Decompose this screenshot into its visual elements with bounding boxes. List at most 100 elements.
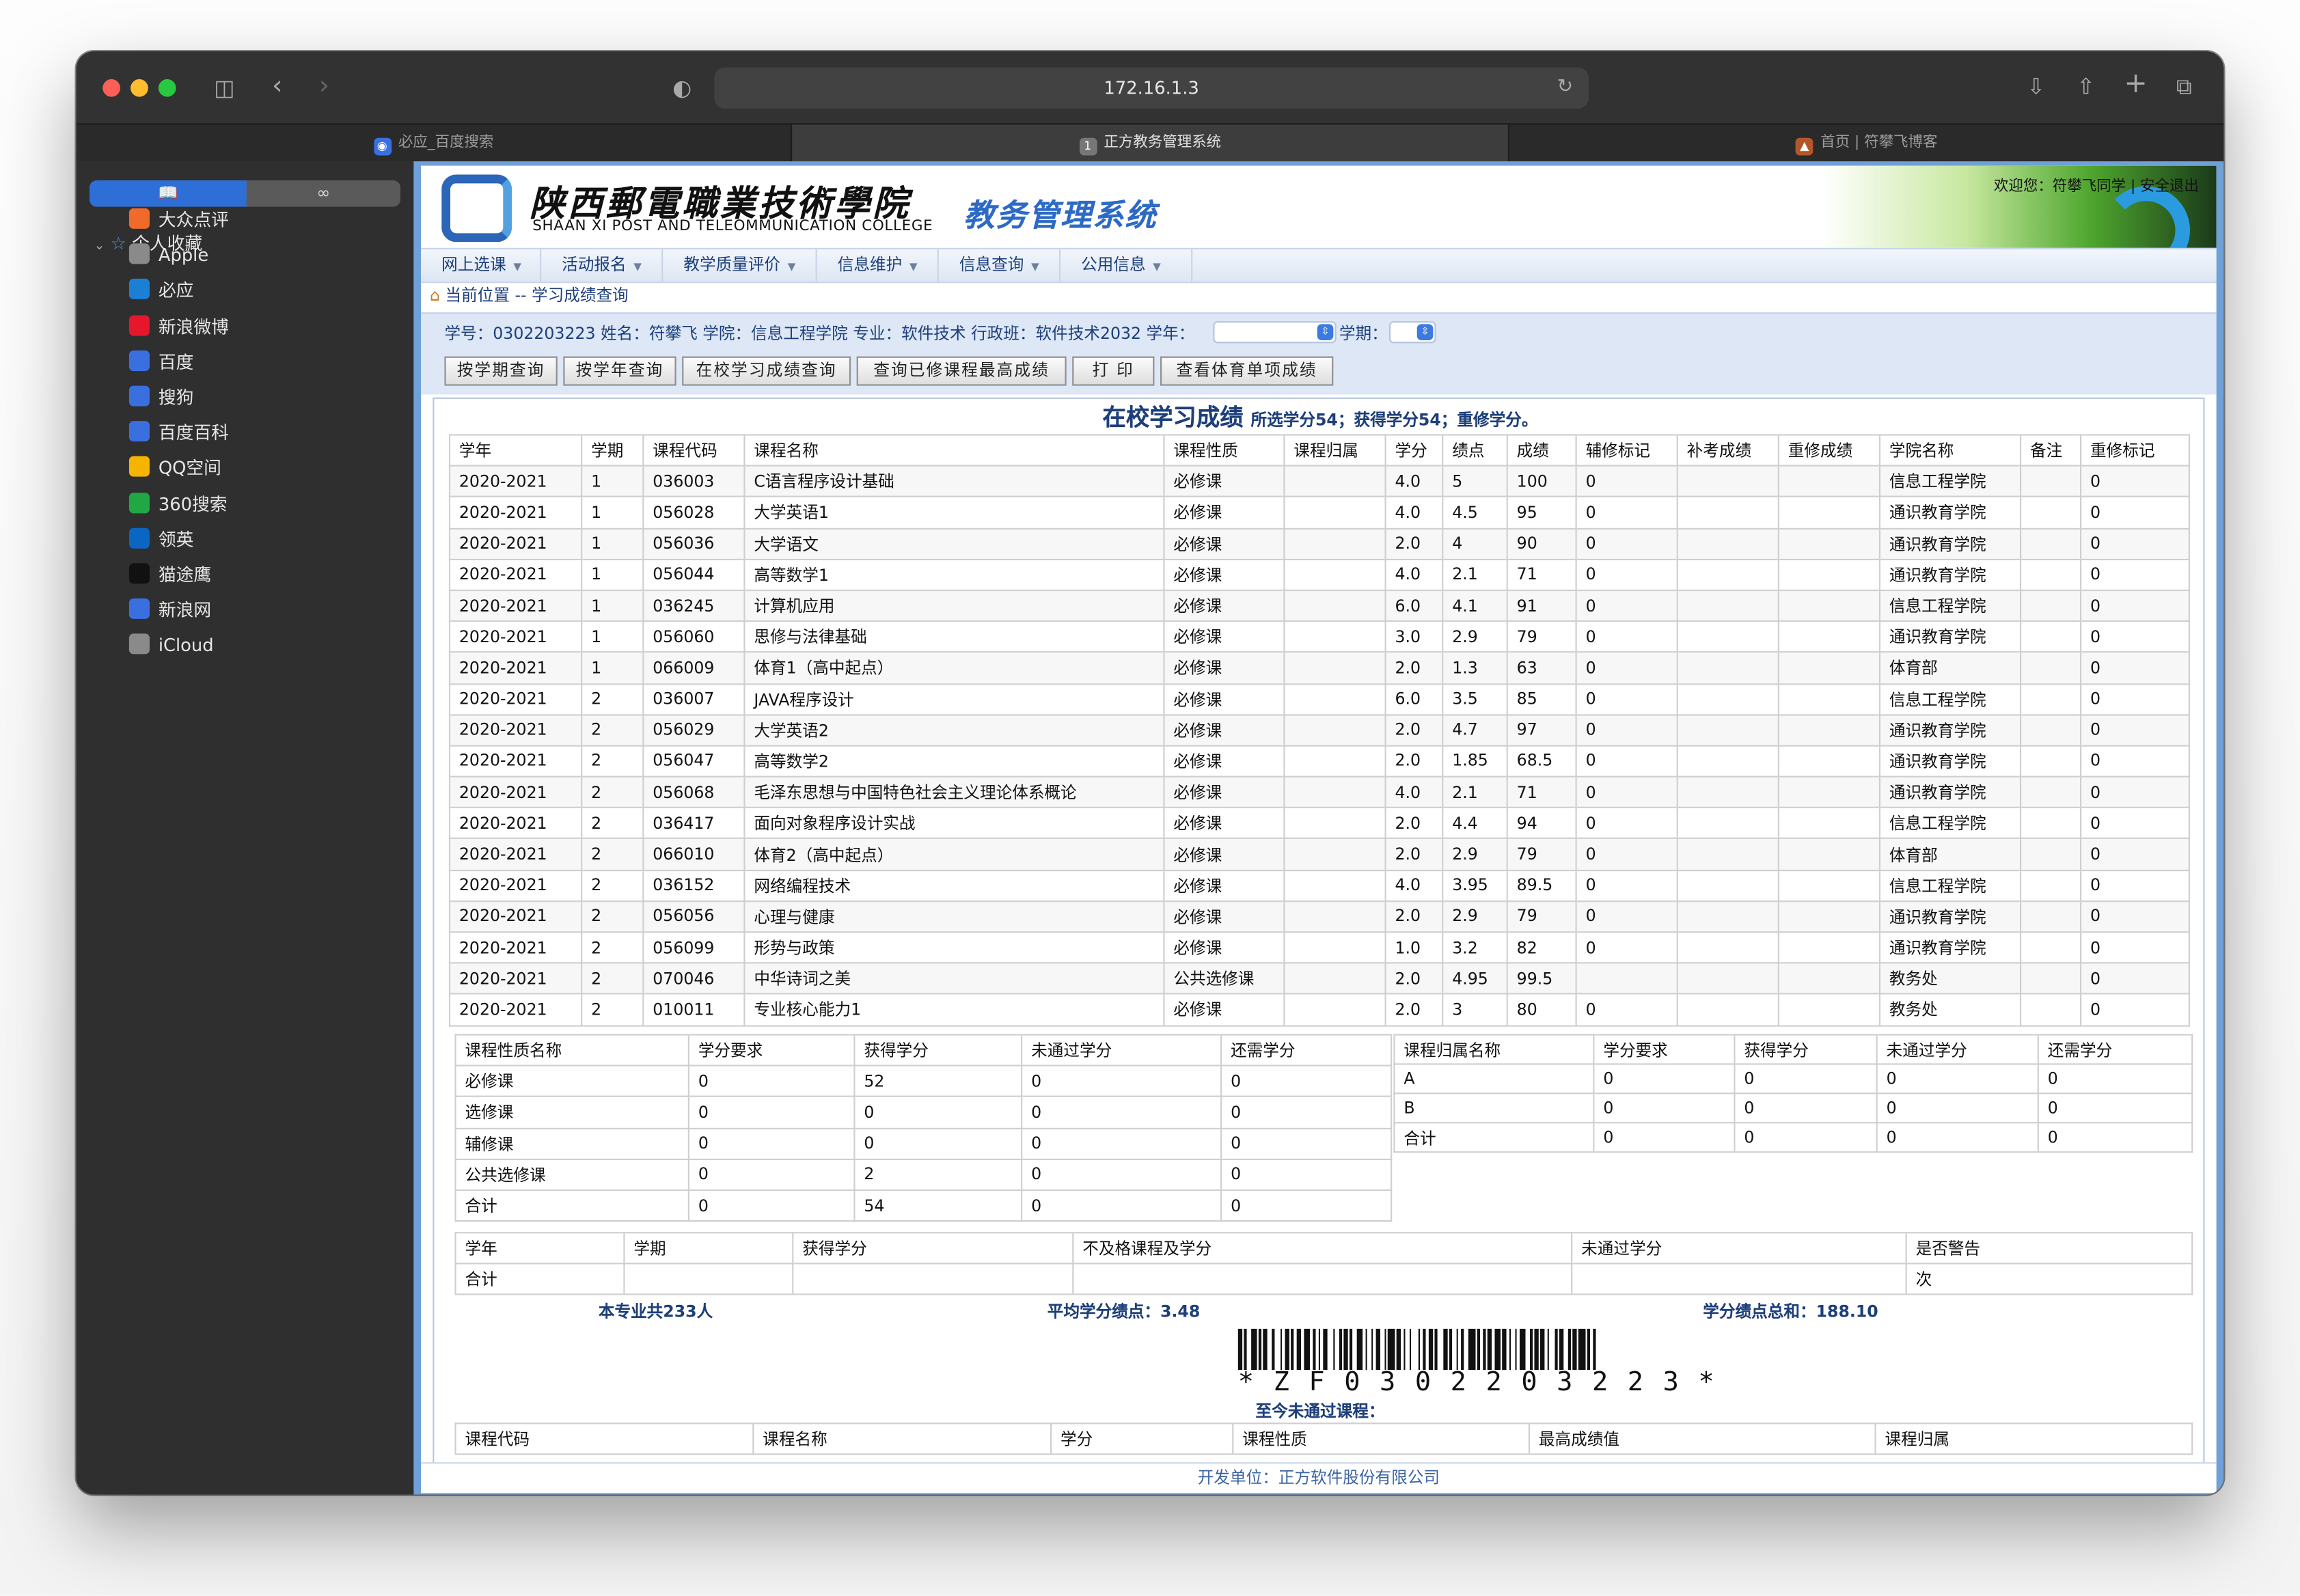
table-cell: 2020-2021 — [448, 496, 583, 529]
column-header: 获得学分 — [853, 1034, 1023, 1067]
shield-icon[interactable]: ◐ — [669, 74, 696, 101]
table-cell — [1283, 465, 1386, 498]
bookmark-item[interactable]: 大众点评 — [128, 206, 229, 235]
bookmark-item[interactable]: 必应 — [128, 276, 193, 305]
bookmark-item[interactable]: 百度 — [128, 347, 193, 376]
share-icon[interactable]: ⇧ — [2072, 73, 2099, 100]
sidebar-toggle-icon[interactable]: ◫ — [211, 74, 238, 101]
minimize-window-button[interactable] — [131, 79, 148, 97]
table-cell: 6.0 — [1384, 683, 1444, 715]
menu-item[interactable]: 教学质量评价 ▼ — [663, 249, 817, 282]
welcome-text[interactable]: 欢迎您：符攀飞同学 | 安全退出 — [1994, 173, 2199, 195]
bookmarks-tab-icon[interactable]: 📖 — [89, 180, 247, 207]
reading-list-tab-icon[interactable]: ∞ — [247, 180, 400, 207]
table-cell: 2020-2021 — [448, 620, 583, 653]
table-cell: 中华诗词之美 — [743, 962, 1165, 995]
table-cell: 2020-2021 — [448, 527, 583, 560]
menu-item[interactable]: 信息维护 ▼ — [817, 249, 939, 282]
table-cell: 100 — [1506, 465, 1577, 498]
table-cell: 2020-2021 — [448, 962, 583, 995]
table-cell: 0 — [1220, 1158, 1393, 1191]
menu-item[interactable]: 公用信息 ▼ — [1060, 249, 1193, 282]
table-cell: 0 — [687, 1064, 855, 1098]
table-cell: 036245 — [642, 589, 745, 622]
bookmark-item[interactable]: 新浪微博 — [128, 312, 229, 341]
back-icon[interactable]: ‹ — [264, 72, 290, 100]
menu-item[interactable]: 网上选课 ▼ — [421, 249, 542, 282]
summary-row: 合计 0 54 0 0 — [454, 1189, 1393, 1222]
summary-row: 必修课 0 52 0 0 — [454, 1064, 1393, 1098]
table-cell: 必修课 — [1163, 775, 1285, 809]
query-button[interactable]: 按学年查询 — [563, 356, 676, 386]
bookmark-item[interactable]: iCloud — [128, 631, 214, 661]
table-cell — [1676, 775, 1779, 809]
new-tab-icon[interactable]: + — [2122, 70, 2149, 98]
table-cell — [2019, 807, 2082, 840]
screen: ◫ ‹ › ◐ 172.16.1.3 ↻ ⇩ ⇧ + ⧉ ◉ 必应_百度搜索 1正… — [0, 0, 2300, 1596]
barcode-bar — [1468, 1328, 1475, 1371]
term-label: 学期： — [1339, 324, 1388, 344]
forward-icon[interactable]: › — [311, 72, 338, 100]
zoom-window-button[interactable] — [158, 79, 176, 97]
table-cell: 036417 — [642, 807, 745, 840]
address-bar[interactable]: 172.16.1.3 ↻ — [714, 67, 1589, 109]
caret-down-icon: ▼ — [633, 261, 642, 273]
query-button[interactable]: 打 印 — [1072, 356, 1155, 386]
weibo-icon — [128, 314, 150, 335]
dianping-icon — [128, 208, 150, 229]
download-icon[interactable]: ⇩ — [2023, 73, 2049, 100]
column-header: 课程性质 — [1232, 1422, 1530, 1455]
query-button[interactable]: 按学期查询 — [444, 356, 558, 386]
bookmark-label: 搜狗 — [158, 387, 194, 408]
table-cell: 1 — [581, 527, 644, 560]
bookmark-item[interactable]: 新浪网 — [128, 596, 211, 625]
table-cell — [1777, 496, 1881, 529]
column-header: 学年 — [454, 1232, 625, 1265]
table-cell: 0 — [2079, 745, 2190, 778]
breadcrumb: ⌂ 当前位置 -- 学习成绩查询 — [430, 284, 629, 307]
table-cell: 0 — [853, 1096, 1023, 1129]
table-cell: 计算机应用 — [743, 589, 1165, 622]
table-cell — [1676, 713, 1779, 747]
tab-overview-icon[interactable]: ⧉ — [2171, 73, 2198, 100]
barcode-bar — [1388, 1328, 1395, 1371]
table-cell: 0 — [2079, 683, 2190, 715]
table-cell: 2.9 — [1442, 838, 1508, 871]
table-cell — [1777, 775, 1881, 809]
bookmark-item[interactable]: QQ空间 — [128, 454, 221, 483]
query-button[interactable]: 查看体育单项成绩 — [1160, 356, 1334, 386]
school-year-select[interactable]: ⇳ — [1213, 321, 1337, 344]
tab-blog[interactable]: ▲ 首页 | 符攀飞博客 — [1509, 124, 2223, 163]
table-cell: 3.2 — [1442, 931, 1508, 964]
table-cell: 85 — [1506, 683, 1577, 715]
bookmark-label: 360搜索 — [158, 493, 228, 514]
title-bar: ◫ ‹ › ◐ 172.16.1.3 ↻ ⇩ ⇧ + ⧉ — [76, 51, 2224, 124]
table-cell — [1676, 683, 1779, 715]
menu-item[interactable]: 信息查询 ▼ — [939, 249, 1061, 282]
caret-down-icon: ▼ — [513, 261, 521, 273]
bookmark-item[interactable]: 猫途鹰 — [128, 560, 211, 590]
column-header: 备注 — [2019, 434, 2082, 467]
bookmark-item[interactable]: 搜狗 — [128, 383, 194, 412]
query-bar: 学号：0302203223 姓名：符攀飞 学院：信息工程学院 专业：软件技术 行… — [421, 312, 2217, 395]
caret-down-icon: ▼ — [1153, 261, 1161, 273]
bookmark-item[interactable]: 360搜索 — [128, 489, 228, 519]
reload-icon[interactable]: ↻ — [1553, 74, 1576, 101]
query-button[interactable]: 查询已修课程最高成绩 — [856, 356, 1067, 386]
bookmark-item[interactable]: 领英 — [128, 525, 193, 554]
grade-row: 2020-2021 1 066009 体育1（高中起点） 必修课 2.0 1.3 63 0 体育部… — [448, 651, 2190, 685]
bookmark-item[interactable]: Apple — [128, 240, 208, 270]
query-button[interactable]: 在校学习成绩查询 — [682, 356, 851, 386]
tab-bing[interactable]: ◉ 必应_百度搜索 — [77, 124, 793, 163]
table-cell: 必修课 — [1163, 869, 1285, 902]
table-cell: 专业核心能力1 — [743, 993, 1165, 1026]
column-header: 成绩 — [1506, 434, 1577, 467]
close-window-button[interactable] — [102, 79, 121, 97]
table-cell: 0 — [2079, 993, 2190, 1026]
table-cell: 信息工程学院 — [1878, 683, 2022, 715]
menu-item[interactable]: 活动报名 ▼ — [541, 249, 663, 282]
tab-jiaowu[interactable]: 1 正方教务管理系统 — [792, 124, 1509, 163]
term-select[interactable]: ⇳ — [1388, 321, 1436, 344]
bookmark-label: QQ空间 — [158, 458, 221, 479]
bookmark-item[interactable]: 百度百科 — [128, 418, 229, 448]
